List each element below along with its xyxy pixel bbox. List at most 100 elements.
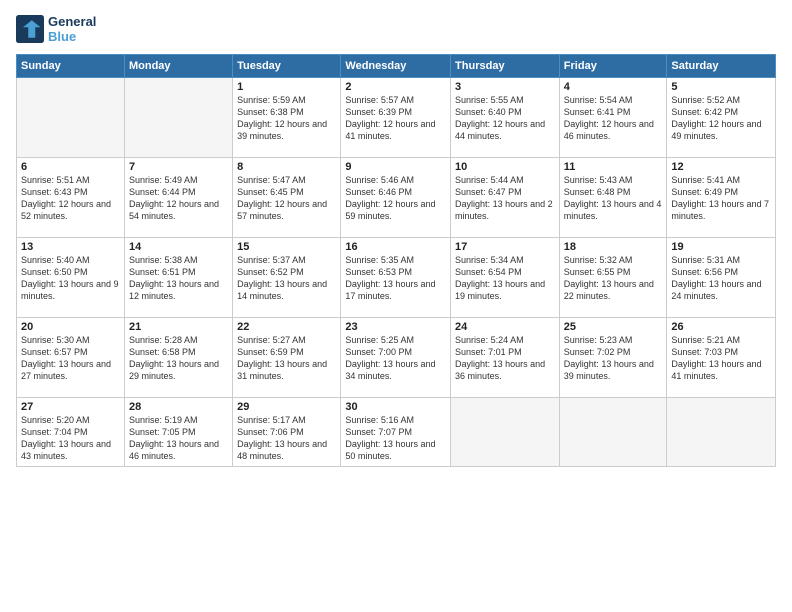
- day-cell: 17Sunrise: 5:34 AM Sunset: 6:54 PM Dayli…: [451, 238, 560, 318]
- weekday-header-row: SundayMondayTuesdayWednesdayThursdayFrid…: [17, 55, 776, 78]
- day-info: Sunrise: 5:54 AM Sunset: 6:41 PM Dayligh…: [564, 94, 663, 143]
- day-number: 26: [671, 321, 771, 333]
- day-cell: 3Sunrise: 5:55 AM Sunset: 6:40 PM Daylig…: [451, 78, 560, 158]
- day-cell: 27Sunrise: 5:20 AM Sunset: 7:04 PM Dayli…: [17, 398, 125, 467]
- weekday-header-thursday: Thursday: [451, 55, 560, 78]
- day-number: 2: [345, 81, 446, 93]
- day-number: 3: [455, 81, 555, 93]
- week-row-1: 1Sunrise: 5:59 AM Sunset: 6:38 PM Daylig…: [17, 78, 776, 158]
- logo-icon: [16, 15, 44, 43]
- day-info: Sunrise: 5:16 AM Sunset: 7:07 PM Dayligh…: [345, 414, 446, 463]
- day-cell: 7Sunrise: 5:49 AM Sunset: 6:44 PM Daylig…: [124, 158, 232, 238]
- day-number: 19: [671, 241, 771, 253]
- day-info: Sunrise: 5:38 AM Sunset: 6:51 PM Dayligh…: [129, 254, 228, 303]
- day-cell: 1Sunrise: 5:59 AM Sunset: 6:38 PM Daylig…: [233, 78, 341, 158]
- calendar-table: SundayMondayTuesdayWednesdayThursdayFrid…: [16, 54, 776, 467]
- day-cell: 23Sunrise: 5:25 AM Sunset: 7:00 PM Dayli…: [341, 318, 451, 398]
- day-cell: [559, 398, 667, 467]
- logo-text: General Blue: [48, 14, 96, 44]
- day-info: Sunrise: 5:52 AM Sunset: 6:42 PM Dayligh…: [671, 94, 771, 143]
- day-info: Sunrise: 5:20 AM Sunset: 7:04 PM Dayligh…: [21, 414, 120, 463]
- day-number: 10: [455, 161, 555, 173]
- day-info: Sunrise: 5:35 AM Sunset: 6:53 PM Dayligh…: [345, 254, 446, 303]
- day-number: 29: [237, 401, 336, 413]
- day-number: 15: [237, 241, 336, 253]
- day-number: 16: [345, 241, 446, 253]
- week-row-2: 6Sunrise: 5:51 AM Sunset: 6:43 PM Daylig…: [17, 158, 776, 238]
- day-number: 11: [564, 161, 663, 173]
- day-info: Sunrise: 5:47 AM Sunset: 6:45 PM Dayligh…: [237, 174, 336, 223]
- day-cell: 13Sunrise: 5:40 AM Sunset: 6:50 PM Dayli…: [17, 238, 125, 318]
- day-cell: 18Sunrise: 5:32 AM Sunset: 6:55 PM Dayli…: [559, 238, 667, 318]
- weekday-header-wednesday: Wednesday: [341, 55, 451, 78]
- day-number: 13: [21, 241, 120, 253]
- day-number: 7: [129, 161, 228, 173]
- weekday-header-friday: Friday: [559, 55, 667, 78]
- day-info: Sunrise: 5:41 AM Sunset: 6:49 PM Dayligh…: [671, 174, 771, 223]
- day-number: 17: [455, 241, 555, 253]
- day-cell: [451, 398, 560, 467]
- day-info: Sunrise: 5:37 AM Sunset: 6:52 PM Dayligh…: [237, 254, 336, 303]
- day-info: Sunrise: 5:31 AM Sunset: 6:56 PM Dayligh…: [671, 254, 771, 303]
- day-info: Sunrise: 5:24 AM Sunset: 7:01 PM Dayligh…: [455, 334, 555, 383]
- day-cell: 28Sunrise: 5:19 AM Sunset: 7:05 PM Dayli…: [124, 398, 232, 467]
- day-info: Sunrise: 5:46 AM Sunset: 6:46 PM Dayligh…: [345, 174, 446, 223]
- day-cell: 12Sunrise: 5:41 AM Sunset: 6:49 PM Dayli…: [667, 158, 776, 238]
- day-cell: 21Sunrise: 5:28 AM Sunset: 6:58 PM Dayli…: [124, 318, 232, 398]
- day-number: 18: [564, 241, 663, 253]
- day-number: 5: [671, 81, 771, 93]
- day-cell: 10Sunrise: 5:44 AM Sunset: 6:47 PM Dayli…: [451, 158, 560, 238]
- day-info: Sunrise: 5:59 AM Sunset: 6:38 PM Dayligh…: [237, 94, 336, 143]
- day-cell: 14Sunrise: 5:38 AM Sunset: 6:51 PM Dayli…: [124, 238, 232, 318]
- day-number: 27: [21, 401, 120, 413]
- header: General Blue: [16, 14, 776, 44]
- day-number: 8: [237, 161, 336, 173]
- day-cell: 30Sunrise: 5:16 AM Sunset: 7:07 PM Dayli…: [341, 398, 451, 467]
- week-row-3: 13Sunrise: 5:40 AM Sunset: 6:50 PM Dayli…: [17, 238, 776, 318]
- week-row-4: 20Sunrise: 5:30 AM Sunset: 6:57 PM Dayli…: [17, 318, 776, 398]
- day-number: 21: [129, 321, 228, 333]
- day-number: 25: [564, 321, 663, 333]
- day-cell: 16Sunrise: 5:35 AM Sunset: 6:53 PM Dayli…: [341, 238, 451, 318]
- day-cell: 9Sunrise: 5:46 AM Sunset: 6:46 PM Daylig…: [341, 158, 451, 238]
- day-info: Sunrise: 5:51 AM Sunset: 6:43 PM Dayligh…: [21, 174, 120, 223]
- day-number: 1: [237, 81, 336, 93]
- day-info: Sunrise: 5:55 AM Sunset: 6:40 PM Dayligh…: [455, 94, 555, 143]
- day-cell: 26Sunrise: 5:21 AM Sunset: 7:03 PM Dayli…: [667, 318, 776, 398]
- day-cell: 29Sunrise: 5:17 AM Sunset: 7:06 PM Dayli…: [233, 398, 341, 467]
- day-info: Sunrise: 5:40 AM Sunset: 6:50 PM Dayligh…: [21, 254, 120, 303]
- day-cell: 8Sunrise: 5:47 AM Sunset: 6:45 PM Daylig…: [233, 158, 341, 238]
- day-info: Sunrise: 5:28 AM Sunset: 6:58 PM Dayligh…: [129, 334, 228, 383]
- week-row-5: 27Sunrise: 5:20 AM Sunset: 7:04 PM Dayli…: [17, 398, 776, 467]
- day-number: 22: [237, 321, 336, 333]
- day-number: 6: [21, 161, 120, 173]
- day-number: 23: [345, 321, 446, 333]
- day-info: Sunrise: 5:23 AM Sunset: 7:02 PM Dayligh…: [564, 334, 663, 383]
- weekday-header-sunday: Sunday: [17, 55, 125, 78]
- day-cell: 20Sunrise: 5:30 AM Sunset: 6:57 PM Dayli…: [17, 318, 125, 398]
- day-cell: 22Sunrise: 5:27 AM Sunset: 6:59 PM Dayli…: [233, 318, 341, 398]
- day-info: Sunrise: 5:32 AM Sunset: 6:55 PM Dayligh…: [564, 254, 663, 303]
- day-cell: [124, 78, 232, 158]
- day-info: Sunrise: 5:27 AM Sunset: 6:59 PM Dayligh…: [237, 334, 336, 383]
- day-number: 20: [21, 321, 120, 333]
- day-number: 28: [129, 401, 228, 413]
- day-cell: 5Sunrise: 5:52 AM Sunset: 6:42 PM Daylig…: [667, 78, 776, 158]
- day-info: Sunrise: 5:57 AM Sunset: 6:39 PM Dayligh…: [345, 94, 446, 143]
- day-info: Sunrise: 5:34 AM Sunset: 6:54 PM Dayligh…: [455, 254, 555, 303]
- day-cell: [17, 78, 125, 158]
- day-cell: [667, 398, 776, 467]
- day-cell: 25Sunrise: 5:23 AM Sunset: 7:02 PM Dayli…: [559, 318, 667, 398]
- logo: General Blue: [16, 14, 96, 44]
- day-number: 24: [455, 321, 555, 333]
- day-number: 9: [345, 161, 446, 173]
- day-cell: 19Sunrise: 5:31 AM Sunset: 6:56 PM Dayli…: [667, 238, 776, 318]
- day-info: Sunrise: 5:43 AM Sunset: 6:48 PM Dayligh…: [564, 174, 663, 223]
- day-info: Sunrise: 5:30 AM Sunset: 6:57 PM Dayligh…: [21, 334, 120, 383]
- day-number: 30: [345, 401, 446, 413]
- day-number: 12: [671, 161, 771, 173]
- day-info: Sunrise: 5:25 AM Sunset: 7:00 PM Dayligh…: [345, 334, 446, 383]
- day-cell: 11Sunrise: 5:43 AM Sunset: 6:48 PM Dayli…: [559, 158, 667, 238]
- day-number: 4: [564, 81, 663, 93]
- day-cell: 2Sunrise: 5:57 AM Sunset: 6:39 PM Daylig…: [341, 78, 451, 158]
